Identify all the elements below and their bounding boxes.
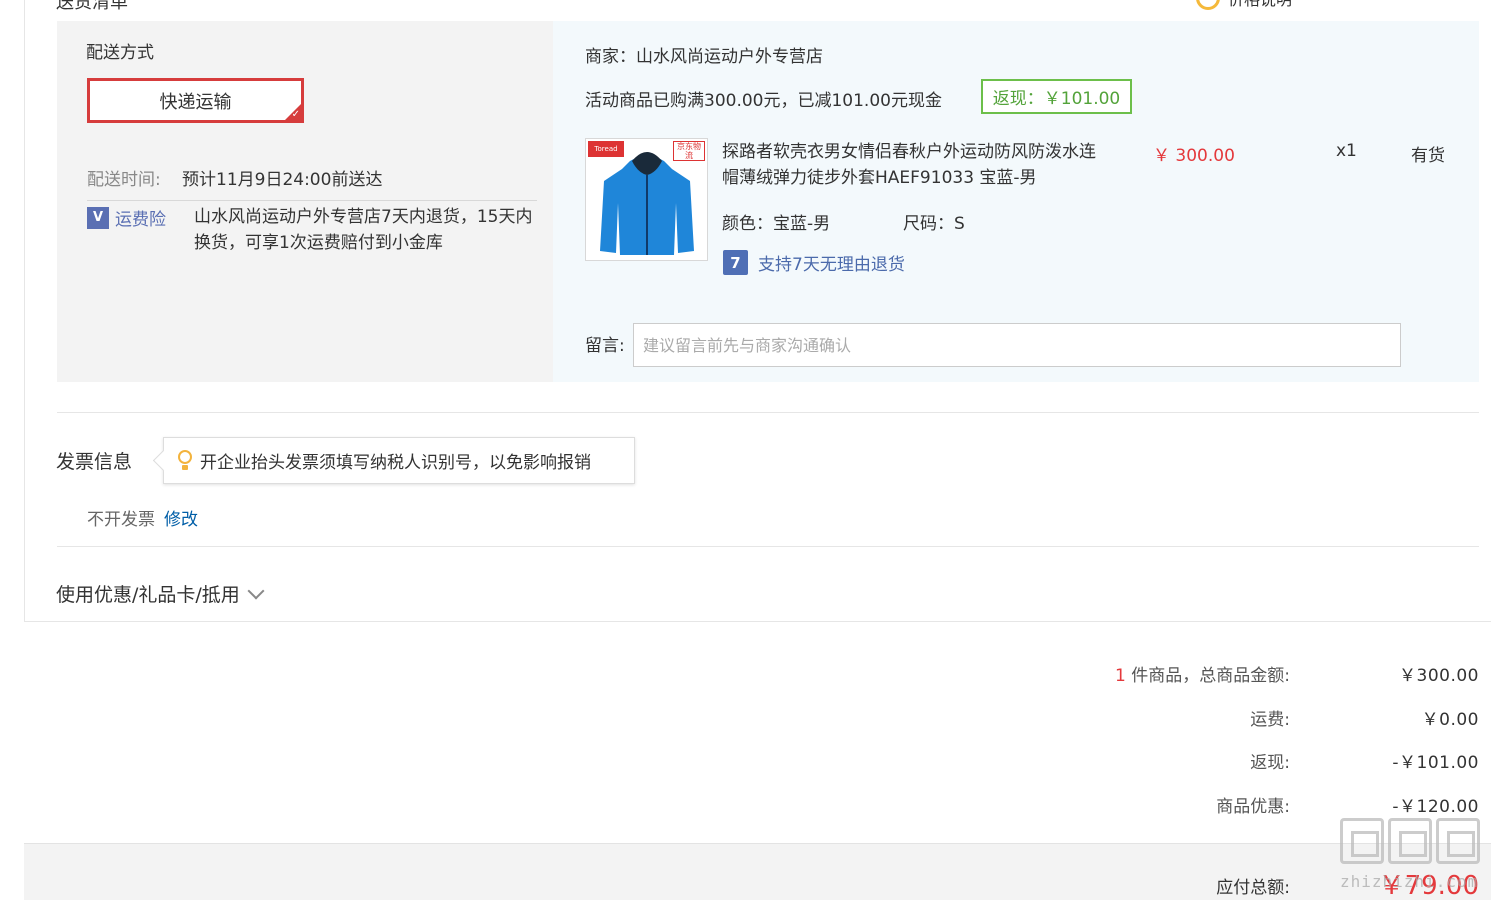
rebate-tag: 返现：￥101.00 <box>981 79 1132 114</box>
shipping-method-title: 配送方式 <box>86 43 154 63</box>
coin-icon <box>1196 0 1220 10</box>
promo-text: 活动商品已购满300.00元，已减101.00元现金 <box>585 91 942 111</box>
chevron-down-icon <box>247 582 265 599</box>
summary-freight-value: ￥0.00 <box>1421 710 1479 730</box>
summary-items-value: ￥300.00 <box>1399 666 1479 686</box>
summary-discount-value: -￥120.00 <box>1392 797 1479 817</box>
coupon-toggle[interactable]: 使用优惠/礼品卡/抵用 <box>56 580 265 607</box>
price-note-link[interactable]: 价格说明 <box>1196 0 1292 10</box>
price-note-label: 价格说明 <box>1228 0 1292 10</box>
shipping-panel <box>57 21 553 382</box>
summary-item-count: 1 <box>1115 666 1126 686</box>
section-divider <box>57 412 1479 413</box>
freight-insurance-text: 山水风尚运动户外专营店7天内退货，15天内换货，可享1次运费赔付到小金库 <box>194 207 533 253</box>
product-title[interactable]: 探路者软壳衣男女情侣春秋户外运动防风防泼水连帽薄绒弹力徒步外套HAEF91033… <box>722 139 1102 191</box>
shipping-option-express[interactable]: 快递运输 ✓ <box>87 78 304 123</box>
product-size: 尺码：S <box>903 214 965 234</box>
product-price: ￥ 300.00 <box>1153 146 1235 166</box>
watermark-text: zhizhizhi.com <box>1340 872 1479 891</box>
return-policy-label: 支持7天无理由退货 <box>758 255 905 275</box>
section-divider <box>57 546 1479 547</box>
lightbulb-icon <box>178 449 192 472</box>
section-title-cut: 送货清单 <box>56 0 128 13</box>
site-watermark: zhizhizhi.com <box>1340 818 1485 900</box>
invoice-tip-text: 开企业抬头发票须填写纳税人识别号，以免影响报销 <box>200 453 591 473</box>
delivery-time-label: 配送时间: <box>87 170 161 190</box>
check-icon: ✓ <box>291 109 300 120</box>
merchant-name: 商家：山水风尚运动户外专营店 <box>585 47 823 67</box>
memo-label: 留言: <box>585 336 625 356</box>
product-stock-status: 有货 <box>1411 146 1445 166</box>
freight-insurance-badge[interactable]: V 运费险 <box>87 205 166 230</box>
jd-logistics-tag: 京东物流 <box>673 141 705 161</box>
summary-freight-label: 运费: <box>1250 710 1290 730</box>
payable-total-label: 应付总额: <box>1216 878 1290 898</box>
summary-rebate-value: -￥101.00 <box>1392 753 1479 773</box>
product-image[interactable]: Toread 京东物流 <box>585 138 708 261</box>
summary-items-label: 1 件商品，总商品金额: <box>1115 666 1290 686</box>
brand-tag: Toread <box>588 141 624 157</box>
freight-insurance-label: 运费险 <box>115 210 166 230</box>
return-policy: 7 支持7天无理由退货 <box>723 250 905 275</box>
summary-discount-label: 商品优惠: <box>1216 797 1290 817</box>
shield-icon: V <box>87 206 109 229</box>
invoice-edit-link[interactable]: 修改 <box>164 505 198 530</box>
invoice-tip: 开企业抬头发票须填写纳税人识别号，以免影响报销 <box>163 437 635 484</box>
shipping-divider <box>87 200 537 201</box>
product-color: 颜色：宝蓝-男 <box>722 214 831 234</box>
summary-rebate-label: 返现: <box>1250 753 1290 773</box>
invoice-title: 发票信息 <box>56 451 133 473</box>
coupon-label: 使用优惠/礼品卡/抵用 <box>56 584 240 606</box>
delivery-time-value: 预计11月9日24:00前送达 <box>182 170 383 190</box>
memo-input[interactable] <box>633 323 1401 367</box>
watermark-logo-icon <box>1340 818 1485 864</box>
shipping-option-label: 快递运输 <box>159 91 232 113</box>
invoice-status: 不开发票 <box>87 510 155 530</box>
product-quantity: x1 <box>1336 141 1357 161</box>
seven-day-return-icon: 7 <box>723 250 748 275</box>
